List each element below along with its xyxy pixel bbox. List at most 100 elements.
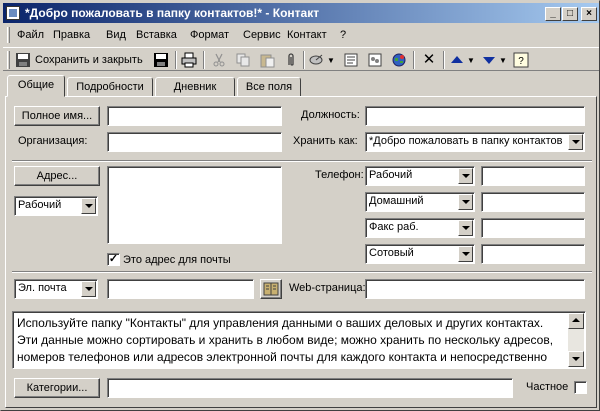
private-checkbox[interactable]	[574, 381, 587, 394]
chevron-down-icon[interactable]	[458, 246, 473, 262]
chevron-down-icon[interactable]	[81, 281, 96, 297]
address-button[interactable]: Адрес...	[14, 166, 100, 186]
menu-format[interactable]: Формат	[190, 29, 229, 41]
attach-button[interactable]	[283, 51, 299, 69]
printer-icon	[181, 52, 197, 68]
copy-button[interactable]	[235, 51, 251, 69]
satellite-dish-icon	[309, 54, 323, 65]
phone-label: Телефон:	[315, 169, 364, 181]
organization-field[interactable]	[107, 132, 282, 152]
notes-scrollbar[interactable]	[568, 313, 584, 367]
globe-icon	[392, 53, 406, 67]
phone-4-field[interactable]	[481, 244, 585, 264]
chevron-down-icon: ▼	[467, 55, 475, 65]
general-tab-panel: Полное имя... Должность: Организация: Хр…	[5, 96, 597, 408]
tab-journal[interactable]: Дневник	[155, 77, 235, 97]
phone-type-4: Сотовый	[369, 247, 414, 259]
standard-toolbar: Сохранить и закрыть ▼ ✕ ▼ ▼ ?	[3, 47, 599, 71]
chevron-down-icon[interactable]	[568, 134, 583, 150]
save-and-close-button[interactable]: Сохранить и закрыть	[15, 51, 143, 69]
phone-type-3-combobox[interactable]: Факс раб.	[365, 218, 475, 238]
address-type-combobox[interactable]: Рабочий	[14, 196, 98, 216]
categories-button[interactable]: Категории...	[14, 378, 100, 398]
address-book-icon	[263, 282, 279, 296]
full-name-field[interactable]	[107, 106, 282, 126]
toolbar-separator	[175, 51, 177, 69]
chevron-down-icon: ▼	[327, 55, 335, 65]
notes-text: Используйте папку "Контакты" для управле…	[17, 316, 554, 368]
notes-textarea[interactable]: Используйте папку "Контакты" для управле…	[12, 311, 586, 369]
phone-type-1: Рабочий	[369, 169, 413, 181]
divider	[12, 160, 592, 162]
print-button[interactable]	[181, 51, 197, 69]
paste-button[interactable]	[259, 51, 275, 69]
menu-view[interactable]: Вид	[106, 29, 126, 41]
display-map-button[interactable]	[343, 51, 359, 69]
menu-tools[interactable]: Сервис	[243, 29, 281, 41]
email-type-combobox[interactable]: Эл. почта	[14, 279, 98, 299]
cut-button[interactable]	[211, 51, 227, 69]
tab-general[interactable]: Общие	[7, 75, 65, 97]
menu-help[interactable]: ?	[340, 29, 346, 41]
web-page-label: Web-страница:	[289, 282, 366, 294]
phone-1-field[interactable]	[481, 166, 585, 186]
title-bar[interactable]: *Добро пожаловать в папку контактов!* - …	[3, 3, 599, 23]
delete-button[interactable]: ✕	[421, 51, 437, 69]
address-field[interactable]	[107, 166, 282, 244]
arrow-down-icon	[483, 57, 495, 64]
arrow-up-icon	[451, 56, 463, 63]
mailing-address-label: Это адрес для почты	[123, 254, 231, 266]
menubar-grip[interactable]	[7, 27, 10, 43]
categories-field[interactable]	[107, 378, 513, 398]
minimize-button[interactable]: _	[545, 7, 561, 21]
address-book-button[interactable]	[260, 279, 282, 299]
chevron-down-icon[interactable]	[458, 194, 473, 210]
chevron-down-icon[interactable]	[458, 168, 473, 184]
copy-icon	[236, 53, 250, 67]
maximize-button[interactable]: □	[562, 7, 578, 21]
menu-file[interactable]: Файл	[17, 29, 44, 41]
file-as-value: *Добро пожаловать в папку контактов	[369, 135, 563, 147]
mailing-address-checkbox[interactable]: ✓	[107, 253, 120, 266]
tab-all-fields[interactable]: Все поля	[237, 77, 301, 97]
menu-insert[interactable]: Вставка	[136, 29, 177, 41]
tab-details[interactable]: Подробности	[67, 77, 153, 97]
save-button[interactable]	[153, 51, 169, 69]
meeting-icon	[368, 53, 382, 67]
paperclip-icon	[288, 53, 294, 66]
close-button[interactable]: ×	[581, 7, 597, 21]
next-item-button[interactable]: ▼	[481, 51, 507, 69]
floppy-disk-icon	[16, 53, 30, 67]
chevron-down-icon[interactable]	[81, 198, 96, 214]
help-button[interactable]: ?	[513, 51, 529, 69]
svg-text:?: ?	[518, 56, 524, 67]
phone-2-field[interactable]	[481, 192, 585, 212]
new-meeting-button[interactable]	[367, 51, 383, 69]
toolbar-grip[interactable]	[7, 51, 10, 69]
explore-web-button[interactable]	[391, 51, 407, 69]
follow-up-button[interactable]: ▼	[309, 51, 335, 69]
scroll-down-button[interactable]	[568, 351, 584, 367]
file-as-combobox[interactable]: *Добро пожаловать в папку контактов	[365, 132, 585, 152]
help-icon: ?	[513, 52, 529, 68]
web-page-field[interactable]	[365, 279, 585, 299]
phone-type-3: Факс раб.	[369, 221, 419, 233]
phone-3-field[interactable]	[481, 218, 585, 238]
job-title-field[interactable]	[365, 106, 585, 126]
menu-contact[interactable]: Контакт	[287, 29, 327, 41]
full-name-button[interactable]: Полное имя...	[14, 106, 100, 126]
chevron-down-icon[interactable]	[458, 220, 473, 236]
phone-type-4-combobox[interactable]: Сотовый	[365, 244, 475, 264]
save-and-close-label: Сохранить и закрыть	[35, 54, 143, 66]
toolbar-separator	[303, 51, 305, 69]
phone-type-1-combobox[interactable]: Рабочий	[365, 166, 475, 186]
phone-type-2-combobox[interactable]: Домашний	[365, 192, 475, 212]
scroll-up-button[interactable]	[568, 313, 584, 329]
window-title: *Добро пожаловать в папку контактов!* - …	[25, 6, 320, 20]
previous-item-button[interactable]: ▼	[449, 51, 475, 69]
menu-edit[interactable]: Правка	[53, 29, 90, 41]
organization-label: Организация:	[18, 135, 88, 147]
email-field[interactable]	[107, 279, 254, 299]
chevron-down-icon: ▼	[499, 55, 507, 65]
contact-card-icon	[6, 6, 20, 20]
